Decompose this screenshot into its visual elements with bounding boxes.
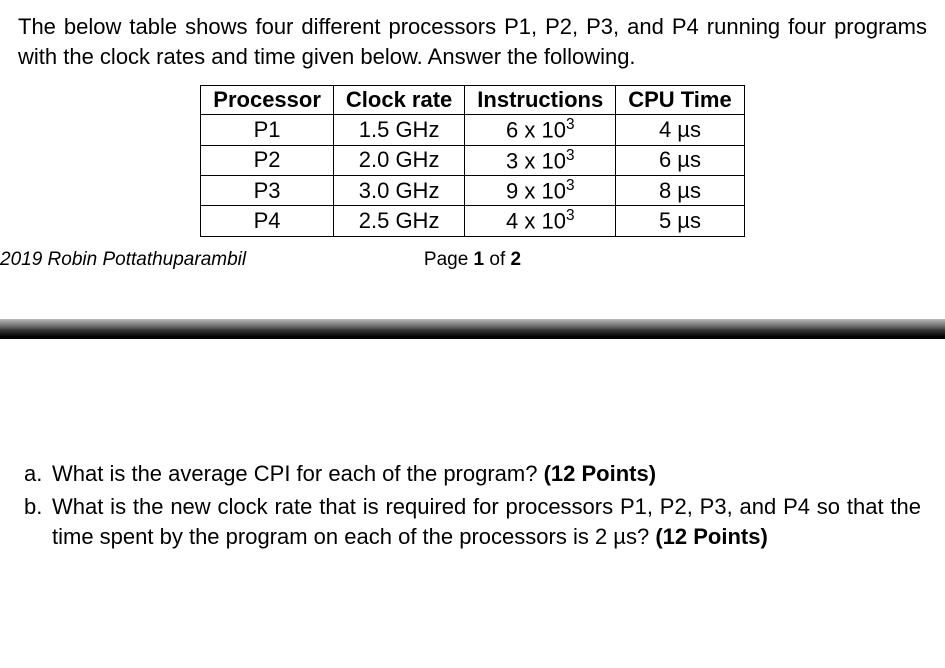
page-footer: 2019 Robin Pottathuparambil Page 1 of 2 bbox=[0, 237, 945, 271]
intro-paragraph: The below table shows four different pro… bbox=[18, 12, 927, 71]
question-a-points: (12 Points) bbox=[544, 461, 656, 486]
list-marker: a. bbox=[24, 459, 42, 489]
table-row: P1 1.5 GHz 6 x 103 4 µs bbox=[201, 115, 744, 145]
col-instructions: Instructions bbox=[465, 86, 616, 115]
question-b-text: What is the new clock rate that is requi… bbox=[52, 494, 921, 549]
cell-time: 6 µs bbox=[616, 145, 745, 175]
table-row: P4 2.5 GHz 4 x 103 5 µs bbox=[201, 206, 744, 236]
question-a-text: What is the average CPI for each of the … bbox=[52, 461, 544, 486]
cell-time: 8 µs bbox=[616, 176, 745, 206]
table-row: P2 2.0 GHz 3 x 103 6 µs bbox=[201, 145, 744, 175]
page-divider bbox=[0, 319, 945, 339]
cell-clock: 2.0 GHz bbox=[333, 145, 464, 175]
table-row: P3 3.0 GHz 9 x 103 8 µs bbox=[201, 176, 744, 206]
question-b: b. What is the new clock rate that is re… bbox=[52, 492, 921, 551]
footer-copyright: 2019 Robin Pottathuparambil bbox=[0, 249, 246, 271]
question-a: a. What is the average CPI for each of t… bbox=[52, 459, 921, 489]
cell-instructions: 9 x 103 bbox=[465, 176, 616, 206]
cell-processor: P3 bbox=[201, 176, 334, 206]
col-processor: Processor bbox=[201, 86, 334, 115]
cell-clock: 1.5 GHz bbox=[333, 115, 464, 145]
cell-instructions: 3 x 103 bbox=[465, 145, 616, 175]
cell-clock: 3.0 GHz bbox=[333, 176, 464, 206]
col-clockrate: Clock rate bbox=[333, 86, 464, 115]
col-cputime: CPU Time bbox=[616, 86, 745, 115]
cell-processor: P4 bbox=[201, 206, 334, 236]
cell-clock: 2.5 GHz bbox=[333, 206, 464, 236]
cell-instructions: 4 x 103 bbox=[465, 206, 616, 236]
cell-processor: P2 bbox=[201, 145, 334, 175]
processor-table: Processor Clock rate Instructions CPU Ti… bbox=[200, 85, 744, 236]
cell-time: 5 µs bbox=[616, 206, 745, 236]
cell-time: 4 µs bbox=[616, 115, 745, 145]
list-marker: b. bbox=[24, 492, 42, 522]
cell-instructions: 6 x 103 bbox=[465, 115, 616, 145]
question-b-points: (12 Points) bbox=[655, 524, 767, 549]
cell-processor: P1 bbox=[201, 115, 334, 145]
question-list: a. What is the average CPI for each of t… bbox=[24, 459, 921, 552]
